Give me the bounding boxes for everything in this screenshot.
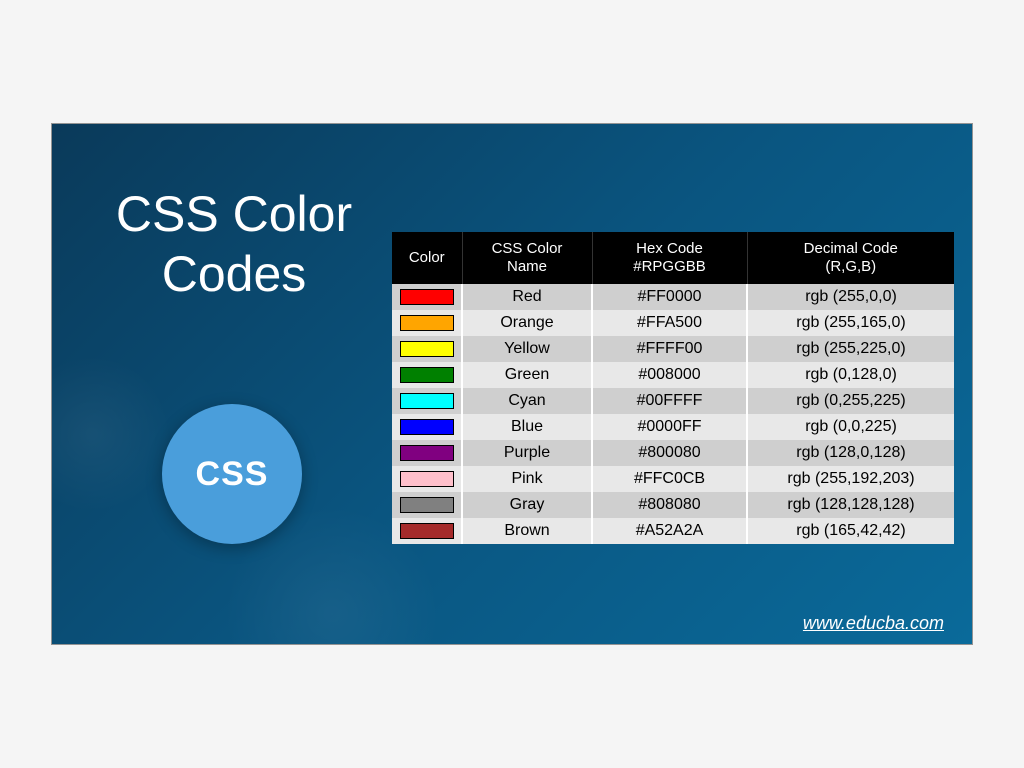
table-row: Blue#0000FFrgb (0,0,225) [392, 414, 954, 440]
col-hex: Hex Code#RPGGBB [592, 232, 747, 284]
hex-code: #0000FF [592, 414, 747, 440]
color-name: Orange [462, 310, 592, 336]
color-swatch [400, 471, 454, 487]
hex-code: #00FFFF [592, 388, 747, 414]
color-swatch [400, 497, 454, 513]
color-table-container: Color CSS ColorName Hex Code#RPGGBB Deci… [392, 232, 954, 544]
color-swatch [400, 523, 454, 539]
swatch-cell [392, 414, 462, 440]
swatch-cell [392, 284, 462, 310]
hex-code: #800080 [592, 440, 747, 466]
swatch-cell [392, 362, 462, 388]
col-css-name: CSS ColorName [462, 232, 592, 284]
hex-code: #FF0000 [592, 284, 747, 310]
hex-code: #808080 [592, 492, 747, 518]
hex-code: #FFA500 [592, 310, 747, 336]
hex-code: #A52A2A [592, 518, 747, 544]
color-name: Cyan [462, 388, 592, 414]
color-swatch [400, 367, 454, 383]
rgb-code: rgb (0,255,225) [747, 388, 954, 414]
table-row: Orange#FFA500rgb (255,165,0) [392, 310, 954, 336]
rgb-code: rgb (0,0,225) [747, 414, 954, 440]
table-row: Brown#A52A2Argb (165,42,42) [392, 518, 954, 544]
swatch-cell [392, 310, 462, 336]
table-row: Pink#FFC0CBrgb (255,192,203) [392, 466, 954, 492]
rgb-code: rgb (255,192,203) [747, 466, 954, 492]
color-name: Purple [462, 440, 592, 466]
color-swatch [400, 445, 454, 461]
table-row: Red#FF0000rgb (255,0,0) [392, 284, 954, 310]
swatch-cell [392, 466, 462, 492]
color-name: Yellow [462, 336, 592, 362]
col-rgb: Decimal Code(R,G,B) [747, 232, 954, 284]
swatch-cell [392, 492, 462, 518]
color-name: Green [462, 362, 592, 388]
table-row: Green#008000rgb (0,128,0) [392, 362, 954, 388]
footer-link[interactable]: www.educba.com [803, 613, 944, 634]
table-row: Yellow#FFFF00rgb (255,225,0) [392, 336, 954, 362]
table-header-row: Color CSS ColorName Hex Code#RPGGBB Deci… [392, 232, 954, 284]
table-row: Cyan#00FFFFrgb (0,255,225) [392, 388, 954, 414]
col-color: Color [392, 232, 462, 284]
color-name: Pink [462, 466, 592, 492]
swatch-cell [392, 336, 462, 362]
table-row: Purple#800080rgb (128,0,128) [392, 440, 954, 466]
rgb-code: rgb (128,128,128) [747, 492, 954, 518]
color-swatch [400, 419, 454, 435]
rgb-code: rgb (255,225,0) [747, 336, 954, 362]
slide-container: CSS Color Codes CSS Color CSS ColorName … [52, 124, 972, 644]
css-badge: CSS [162, 404, 302, 544]
rgb-code: rgb (255,165,0) [747, 310, 954, 336]
color-codes-table: Color CSS ColorName Hex Code#RPGGBB Deci… [392, 232, 954, 544]
title-line-1: CSS Color [94, 184, 374, 244]
table-row: Gray#808080rgb (128,128,128) [392, 492, 954, 518]
color-swatch [400, 393, 454, 409]
swatch-cell [392, 388, 462, 414]
rgb-code: rgb (128,0,128) [747, 440, 954, 466]
color-swatch [400, 289, 454, 305]
rgb-code: rgb (255,0,0) [747, 284, 954, 310]
decorative-circle [52, 354, 172, 514]
rgb-code: rgb (0,128,0) [747, 362, 954, 388]
title-line-2: Codes [94, 244, 374, 304]
color-swatch [400, 341, 454, 357]
color-name: Blue [462, 414, 592, 440]
css-badge-text: CSS [196, 455, 269, 494]
hex-code: #FFFF00 [592, 336, 747, 362]
color-swatch [400, 315, 454, 331]
swatch-cell [392, 518, 462, 544]
color-name: Red [462, 284, 592, 310]
hex-code: #FFC0CB [592, 466, 747, 492]
color-name: Brown [462, 518, 592, 544]
swatch-cell [392, 440, 462, 466]
hex-code: #008000 [592, 362, 747, 388]
rgb-code: rgb (165,42,42) [747, 518, 954, 544]
page-title: CSS Color Codes [94, 184, 374, 304]
color-name: Gray [462, 492, 592, 518]
